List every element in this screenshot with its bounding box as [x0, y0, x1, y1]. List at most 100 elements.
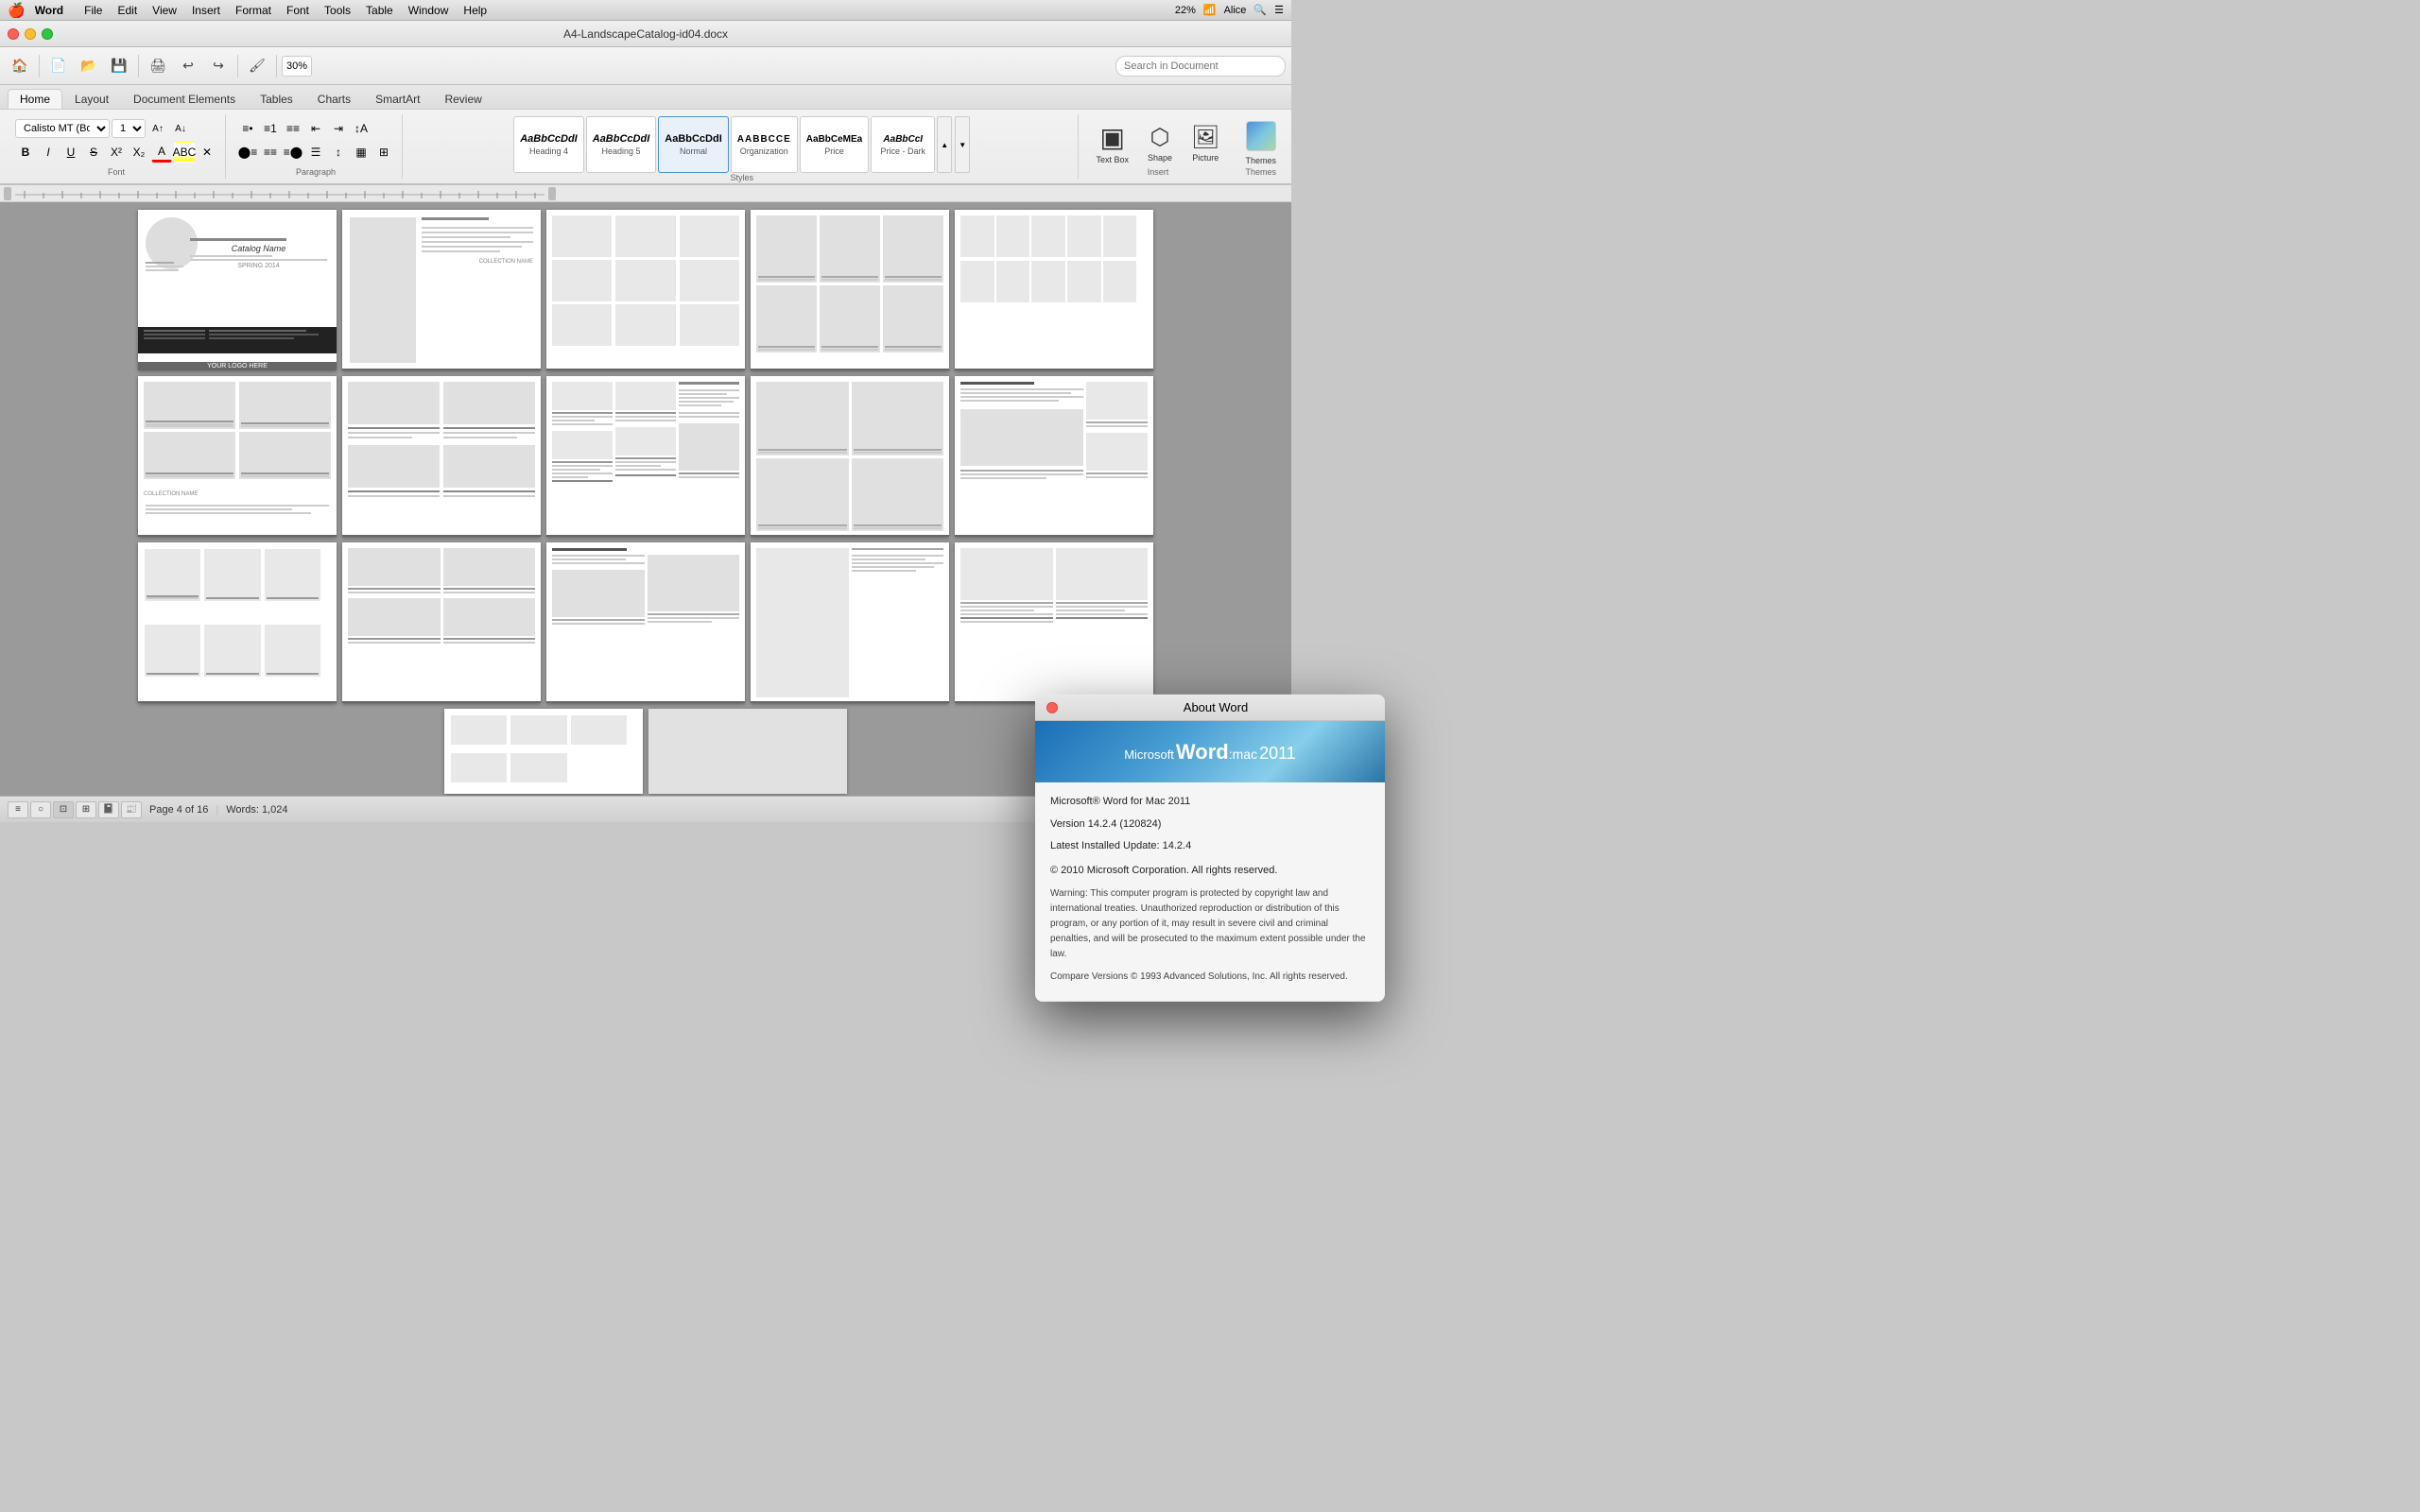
- view-outline-btn[interactable]: ○: [30, 801, 51, 818]
- font-family-select[interactable]: Calisto MT (Body): [15, 119, 110, 138]
- search-input[interactable]: [1115, 56, 1286, 77]
- underline-button[interactable]: U: [60, 142, 81, 163]
- page-thumb-17[interactable]: [648, 709, 847, 794]
- maximize-button[interactable]: [42, 28, 53, 40]
- p8l5: [552, 461, 613, 463]
- tab-review[interactable]: Review: [432, 89, 493, 109]
- page-thumb-5[interactable]: [955, 210, 1153, 370]
- menu-view[interactable]: View: [152, 4, 177, 17]
- multilevel-btn[interactable]: ≡≡: [283, 118, 303, 139]
- insert-textbox-btn[interactable]: ▣ Text Box: [1090, 119, 1136, 167]
- menu-extras-icon[interactable]: ☰: [1274, 4, 1284, 16]
- view-publish-btn[interactable]: 📰: [121, 801, 142, 818]
- search-icon[interactable]: 🔍: [1253, 4, 1267, 16]
- minimize-button[interactable]: [25, 28, 36, 40]
- view-draft-btn[interactable]: ≡: [8, 801, 28, 818]
- menu-help[interactable]: Help: [463, 4, 487, 17]
- tab-home[interactable]: Home: [8, 89, 62, 109]
- tab-charts[interactable]: Charts: [305, 89, 363, 109]
- page-thumb-13[interactable]: [546, 542, 745, 703]
- view-notebook-btn[interactable]: 📓: [98, 801, 119, 818]
- open-btn[interactable]: 📂: [75, 52, 103, 80]
- p4r2c1: [756, 285, 817, 352]
- close-button[interactable]: [8, 28, 19, 40]
- page-thumb-9[interactable]: [751, 376, 949, 537]
- styles-prev-btn[interactable]: ▲: [937, 116, 952, 173]
- italic-button[interactable]: I: [38, 142, 59, 163]
- page-thumb-3[interactable]: [546, 210, 745, 370]
- ruler-right-margin[interactable]: [548, 187, 556, 200]
- menu-file[interactable]: File: [84, 4, 102, 17]
- p11i4: [145, 625, 200, 677]
- page-thumb-4[interactable]: [751, 210, 949, 370]
- format-painter-btn[interactable]: 🖌: [243, 52, 271, 80]
- page-thumb-6[interactable]: COLLECTION NAME: [138, 376, 337, 537]
- menu-tools[interactable]: Tools: [324, 4, 351, 17]
- view-page-btn[interactable]: ⊡: [53, 801, 74, 818]
- increase-indent-btn[interactable]: ⇥: [328, 118, 349, 139]
- decrease-indent-btn[interactable]: ⇤: [305, 118, 326, 139]
- page-thumb-16[interactable]: [444, 709, 643, 794]
- home-toolbar-btn[interactable]: 🏠: [6, 52, 34, 80]
- p9l6: [854, 452, 942, 454]
- apple-menu-icon[interactable]: 🍎: [8, 2, 26, 19]
- page-thumb-11[interactable]: [138, 542, 337, 703]
- insert-picture-btn[interactable]: 🖼 Picture: [1184, 121, 1226, 165]
- superscript-button[interactable]: X²: [106, 142, 127, 163]
- line-spacing-btn[interactable]: ↕: [328, 142, 349, 163]
- style-price-dark[interactable]: AaBbCcI Price - Dark: [871, 116, 935, 173]
- page-thumb-8[interactable]: [546, 376, 745, 537]
- style-price[interactable]: AaBbCeMEa Price: [800, 116, 869, 173]
- strikethrough-button[interactable]: S: [83, 142, 104, 163]
- bullets-btn[interactable]: ≡•: [237, 118, 258, 139]
- page-thumb-1[interactable]: Catalog Name SPRING 2014: [138, 210, 337, 370]
- style-heading5[interactable]: AaBbCcDdI Heading 5: [586, 116, 657, 173]
- highlight-button[interactable]: ABC: [174, 142, 195, 163]
- dialog-close-btn[interactable]: [1046, 701, 1058, 713]
- p15l8: [1056, 606, 1149, 608]
- subscript-button[interactable]: X₂: [129, 142, 149, 163]
- style-organization[interactable]: AABBCCE Organization: [731, 116, 798, 173]
- align-left-btn[interactable]: ⬤≡: [237, 142, 258, 163]
- borders-btn[interactable]: ⊞: [373, 142, 394, 163]
- shading-btn[interactable]: ▦: [351, 142, 372, 163]
- tab-document-elements[interactable]: Document Elements: [121, 89, 248, 109]
- save-btn[interactable]: 💾: [105, 52, 133, 80]
- page-thumb-12[interactable]: [342, 542, 541, 703]
- menu-edit[interactable]: Edit: [117, 4, 137, 17]
- insert-shape-btn[interactable]: ⬡ Shape: [1139, 121, 1181, 165]
- style-normal[interactable]: AaBbCcDdI Normal: [658, 116, 729, 173]
- font-grow-btn[interactable]: A↑: [147, 118, 168, 139]
- ruler-left-margin[interactable]: [4, 187, 11, 200]
- view-web-btn[interactable]: ⊞: [76, 801, 96, 818]
- page-thumb-15[interactable]: [955, 542, 1153, 703]
- page-thumb-10[interactable]: [955, 376, 1153, 537]
- sort-btn[interactable]: ↕A: [351, 118, 372, 139]
- undo-btn[interactable]: ↩: [174, 52, 202, 80]
- page-thumb-2[interactable]: COLLECTION NAME: [342, 210, 541, 370]
- clear-format-btn[interactable]: ✕: [197, 142, 217, 163]
- menu-format[interactable]: Format: [235, 4, 271, 17]
- redo-btn[interactable]: ↪: [204, 52, 233, 80]
- menu-table[interactable]: Table: [366, 4, 393, 17]
- font-size-select[interactable]: 12: [112, 119, 146, 138]
- menu-window[interactable]: Window: [408, 4, 449, 17]
- font-shrink-btn[interactable]: A↓: [170, 118, 191, 139]
- menu-font[interactable]: Font: [286, 4, 309, 17]
- align-right-btn[interactable]: ≡⬤: [283, 142, 303, 163]
- align-center-btn[interactable]: ≡≡: [260, 142, 281, 163]
- menu-insert[interactable]: Insert: [192, 4, 220, 17]
- bold-button[interactable]: B: [15, 142, 36, 163]
- tab-smartart[interactable]: SmartArt: [363, 89, 432, 109]
- new-btn[interactable]: 📄: [44, 52, 73, 80]
- page-thumb-7[interactable]: [342, 376, 541, 537]
- numbering-btn[interactable]: ≡1: [260, 118, 281, 139]
- font-color-button[interactable]: A: [151, 142, 172, 163]
- page-thumb-14[interactable]: [751, 542, 949, 703]
- print-btn[interactable]: 🖨: [144, 52, 172, 80]
- styles-next-btn[interactable]: ▼: [955, 116, 970, 173]
- tab-layout[interactable]: Layout: [62, 89, 121, 109]
- tab-tables[interactable]: Tables: [248, 89, 305, 109]
- style-heading4[interactable]: AaBbCcDdI Heading 4: [513, 116, 584, 173]
- justify-btn[interactable]: ☰: [305, 142, 326, 163]
